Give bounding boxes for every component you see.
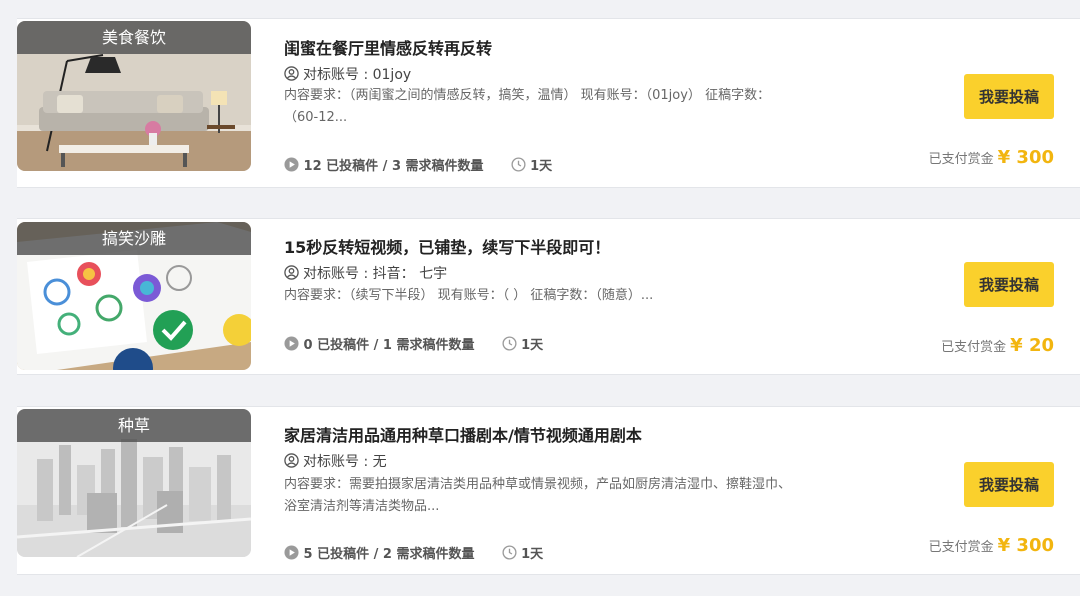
content-requirement: 内容要求：（两闺蜜之间的情感反转，搞笑，温情） 现有账号：（01joy） 征稿字… — [284, 88, 771, 125]
content-requirement: 内容要求：需要拍摄家居清洁类用品种草或情景视频，产品如厨房清洁湿巾、擦鞋湿巾、浴… — [284, 477, 792, 514]
reward-label: 已支付赏金 — [928, 152, 994, 167]
play-circle-icon — [284, 545, 299, 560]
submit-button[interactable]: 我要投稿 — [964, 462, 1054, 507]
reward: 已支付赏金 ¥ 300 — [929, 535, 1054, 556]
submission-count: 5 已投稿件 / 2 需求稿件数量 — [303, 547, 475, 562]
benchmark-account-text: 对标账号 : 抖音： 七宇 — [303, 266, 448, 282]
task-title[interactable]: 家居清洁用品通用种草口播剧本/情节视频通用剧本 — [284, 422, 642, 446]
play-circle-icon — [284, 336, 299, 351]
reward-amount: ¥ 300 — [997, 535, 1054, 556]
reward-label: 已支付赏金 — [941, 340, 1007, 355]
submit-button[interactable]: 我要投稿 — [964, 262, 1054, 307]
task-stats: 0 已投稿件 / 1 需求稿件数量 1天 — [284, 334, 543, 353]
benchmark-account-text: 对标账号 : 01joy — [303, 67, 412, 83]
task-thumbnail-city-model[interactable]: 种草 — [17, 409, 251, 557]
task-stats: 12 已投稿件 / 3 需求稿件数量 1天 — [284, 155, 552, 174]
task-title[interactable]: 15秒反转短视频，已铺垫，续写下半段即可！ — [284, 234, 610, 258]
task-stats: 5 已投稿件 / 2 需求稿件数量 1天 — [284, 543, 543, 562]
category-label: 搞笑沙雕 — [17, 222, 251, 255]
task-card[interactable]: 种草 家居清洁用品通用种草口播剧本/情节视频通用剧本 对标账号 : 无 内容要求… — [17, 406, 1080, 575]
task-thumbnail-lightbulbs[interactable]: 搞笑沙雕 — [17, 222, 251, 370]
task-card[interactable]: 搞笑沙雕 15秒反转短视频，已铺垫，续写下半段即可！ 对标账号 : 抖音： 七宇… — [17, 218, 1080, 375]
reward-amount: ¥ 300 — [997, 147, 1054, 168]
reward: 已支付赏金 ¥ 300 — [929, 147, 1054, 168]
clock-icon — [511, 157, 526, 172]
reward-amount: ¥ 20 — [1010, 335, 1054, 356]
clock-icon — [502, 545, 517, 560]
reward: 已支付赏金 ¥ 20 — [941, 335, 1054, 356]
task-thumbnail-living-room[interactable]: 美食餐饮 — [17, 21, 251, 171]
duration: 1天 — [530, 159, 553, 174]
content-requirement: 内容要求：（续写下半段） 现有账号：（ ） 征稿字数：（随意）... — [284, 288, 654, 303]
user-circle-icon — [284, 66, 299, 81]
task-card[interactable]: 美食餐饮 闺蜜在餐厅里情感反转再反转 对标账号 : 01joy 内容要求：（两闺… — [17, 18, 1080, 188]
user-circle-icon — [284, 453, 299, 468]
clock-icon — [502, 336, 517, 351]
category-label: 种草 — [17, 409, 251, 442]
submission-count: 0 已投稿件 / 1 需求稿件数量 — [303, 338, 475, 353]
submission-count: 12 已投稿件 / 3 需求稿件数量 — [303, 159, 484, 174]
category-label: 美食餐饮 — [17, 21, 251, 54]
task-title[interactable]: 闺蜜在餐厅里情感反转再反转 — [284, 35, 492, 59]
benchmark-account: 对标账号 : 01joy — [284, 64, 411, 84]
reward-label: 已支付赏金 — [928, 540, 994, 555]
duration: 1天 — [521, 338, 544, 353]
benchmark-account: 对标账号 : 抖音： 七宇 — [284, 263, 447, 283]
user-circle-icon — [284, 265, 299, 280]
submit-button[interactable]: 我要投稿 — [964, 74, 1054, 119]
benchmark-account-text: 对标账号 : 无 — [303, 454, 387, 470]
play-circle-icon — [284, 157, 299, 172]
duration: 1天 — [521, 547, 544, 562]
benchmark-account: 对标账号 : 无 — [284, 451, 387, 471]
